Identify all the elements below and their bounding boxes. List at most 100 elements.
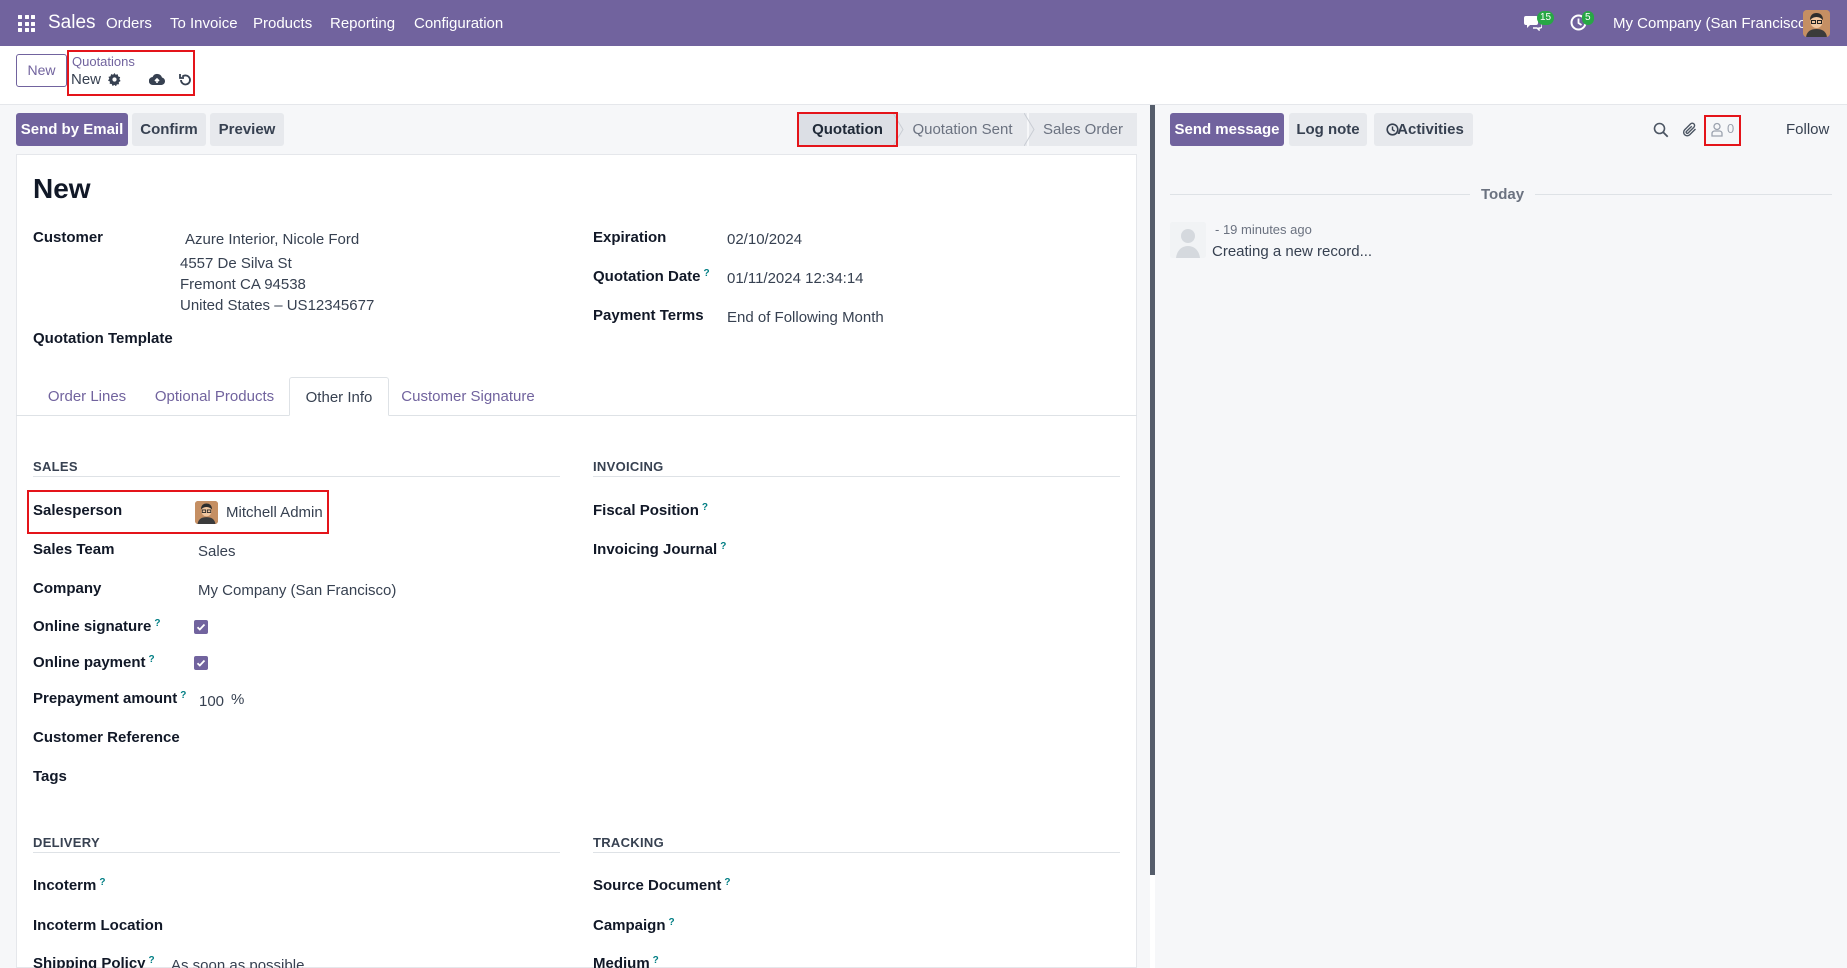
user-icon[interactable]: [1711, 122, 1723, 141]
tab-order-lines[interactable]: Order Lines: [35, 377, 139, 416]
activities-button[interactable]: Activities: [1374, 113, 1473, 146]
sales-section-title: SALES: [33, 459, 78, 474]
customer-reference-label: Customer Reference: [33, 729, 180, 746]
menu-orders[interactable]: Orders: [106, 15, 152, 32]
help-icon[interactable]: ?: [99, 877, 105, 888]
menu-configuration[interactable]: Configuration: [414, 15, 503, 32]
cloud-upload-icon[interactable]: [148, 73, 165, 90]
quotation-date-label-text: Quotation Date: [593, 268, 701, 285]
menu-to-invoice[interactable]: To Invoice: [170, 15, 238, 32]
breadcrumb-current: New: [71, 71, 102, 88]
help-icon[interactable]: ?: [704, 268, 710, 279]
company-switcher[interactable]: My Company (San Francisco): [1613, 15, 1811, 32]
stage-arrow-2: [1024, 113, 1035, 146]
online-signature-label: Online signature?: [33, 618, 160, 635]
help-icon[interactable]: ?: [149, 955, 155, 966]
sales-team-label: Sales Team: [33, 541, 115, 558]
preview-button[interactable]: Preview: [210, 113, 284, 146]
user-avatar[interactable]: [1803, 10, 1830, 37]
help-icon[interactable]: ?: [702, 502, 708, 513]
customer-label: Customer: [33, 229, 104, 246]
quotation-date-field[interactable]: 01/11/2024 12:34:14: [727, 270, 864, 287]
online-signature-checkbox[interactable]: [194, 620, 208, 634]
gear-icon[interactable]: [108, 73, 121, 90]
online-payment-label: Online payment?: [33, 654, 155, 671]
search-icon[interactable]: [1653, 122, 1669, 142]
send-message-button[interactable]: Send message: [1170, 113, 1284, 146]
prepayment-unit: %: [231, 691, 245, 708]
help-icon[interactable]: ?: [653, 955, 659, 966]
customer-field[interactable]: Azure Interior, Nicole Ford: [185, 231, 359, 248]
record-title[interactable]: New: [33, 173, 91, 205]
help-icon[interactable]: ?: [669, 917, 675, 928]
invoicing-section-line: [593, 476, 1120, 477]
form-chatter-splitter[interactable]: [1150, 105, 1155, 875]
customer-address-line2: Fremont CA 94538: [180, 276, 306, 293]
stage-quotation-sent[interactable]: Quotation Sent: [898, 113, 1027, 146]
medium-label-text: Medium: [593, 955, 650, 968]
help-icon[interactable]: ?: [724, 877, 730, 888]
sales-team-field[interactable]: Sales: [198, 543, 236, 560]
check-icon: [196, 623, 206, 631]
tab-customer-signature[interactable]: Customer Signature: [395, 377, 541, 416]
payment-terms-field[interactable]: End of Following Month: [727, 309, 884, 326]
prepayment-amount-field[interactable]: 100: [199, 693, 224, 710]
today-line-right: [1535, 194, 1832, 195]
tracking-section-title: TRACKING: [593, 835, 665, 850]
company-label: Company: [33, 580, 102, 597]
followers-count[interactable]: 0: [1727, 121, 1734, 136]
new-record-button[interactable]: New: [16, 54, 67, 87]
quotation-date-label: Quotation Date?: [593, 268, 710, 285]
tab-other-info[interactable]: Other Info: [289, 377, 389, 416]
menu-reporting[interactable]: Reporting: [330, 15, 395, 32]
help-icon[interactable]: ?: [720, 541, 726, 552]
help-icon[interactable]: ?: [149, 654, 155, 665]
payment-terms-label: Payment Terms: [593, 307, 704, 324]
today-line-left: [1170, 194, 1470, 195]
activities-button-label: Activities: [1397, 121, 1464, 138]
paperclip-icon[interactable]: [1682, 121, 1698, 142]
app-name[interactable]: Sales: [48, 12, 96, 34]
source-document-label: Source Document?: [593, 877, 730, 894]
expiration-field[interactable]: 02/10/2024: [727, 231, 802, 248]
clock-icon: [1386, 123, 1399, 136]
today-separator: Today: [1481, 186, 1525, 203]
tab-optional-products[interactable]: Optional Products: [145, 377, 284, 416]
help-icon[interactable]: ?: [154, 618, 160, 629]
prepayment-amount-label: Prepayment amount?: [33, 690, 186, 707]
salesperson-avatar: [195, 501, 218, 524]
apps-grid-icon[interactable]: [18, 15, 35, 32]
incoterm-location-label: Incoterm Location: [33, 917, 164, 934]
fiscal-position-label-text: Fiscal Position: [593, 502, 699, 519]
undo-icon[interactable]: [178, 73, 192, 91]
delivery-section-title: DELIVERY: [33, 835, 100, 850]
medium-label: Medium?: [593, 955, 659, 968]
shipping-policy-label-text: Shipping Policy: [33, 955, 146, 968]
stage-highlight: [797, 112, 898, 147]
shipping-policy-field[interactable]: As soon as possible: [171, 957, 304, 968]
sales-section-line: [33, 476, 560, 477]
customer-address-line1: 4557 De Silva St: [180, 255, 292, 272]
online-payment-checkbox[interactable]: [194, 656, 208, 670]
log-note-button[interactable]: Log note: [1289, 113, 1367, 146]
follow-button[interactable]: Follow: [1786, 121, 1829, 138]
source-document-label-text: Source Document: [593, 877, 722, 894]
tags-label: Tags: [33, 768, 67, 785]
messages-count-badge: 15: [1537, 11, 1555, 25]
message-timestamp: - 19 minutes ago: [1215, 222, 1312, 237]
salesperson-field[interactable]: Mitchell Admin: [226, 504, 323, 521]
fiscal-position-label: Fiscal Position?: [593, 502, 708, 519]
stage-sales-order[interactable]: Sales Order: [1029, 113, 1137, 146]
menu-products[interactable]: Products: [253, 15, 312, 32]
help-icon[interactable]: ?: [180, 690, 186, 701]
breadcrumb-quotations[interactable]: Quotations: [72, 54, 135, 69]
customer-address-line3: United States – US12345677: [180, 297, 375, 314]
message-body: Creating a new record...: [1212, 243, 1373, 260]
campaign-label-text: Campaign: [593, 917, 666, 934]
campaign-label: Campaign?: [593, 917, 675, 934]
confirm-button[interactable]: Confirm: [132, 113, 206, 146]
send-by-email-button[interactable]: Send by Email: [16, 113, 128, 146]
company-field[interactable]: My Company (San Francisco): [198, 582, 396, 599]
tracking-section-line: [593, 852, 1120, 853]
activities-count-badge: 5: [1582, 11, 1594, 25]
